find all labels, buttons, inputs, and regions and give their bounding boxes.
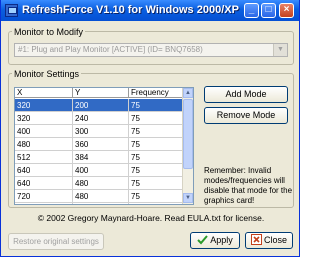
- column-header-x[interactable]: X: [15, 88, 73, 98]
- cell-x: 720: [15, 190, 73, 203]
- cell-frequency: 75: [129, 99, 183, 112]
- cell-frequency: 60: [129, 203, 183, 204]
- cell-x: 320: [15, 112, 73, 125]
- cell-y: 480: [73, 177, 129, 190]
- cell-frequency: 75: [129, 138, 183, 151]
- minimize-button[interactable]: _: [244, 3, 259, 18]
- monitor-app-icon: [5, 4, 18, 17]
- table-row[interactable]: 512 384 75: [15, 151, 183, 164]
- modes-table[interactable]: X Y Frequency 320 200 75 320 240 75 400 …: [14, 87, 194, 205]
- apply-label: Apply: [210, 235, 233, 245]
- chevron-down-icon[interactable]: ▼: [273, 44, 287, 56]
- close-label: Close: [263, 235, 287, 245]
- close-button[interactable]: Close: [245, 232, 293, 249]
- scroll-down-icon[interactable]: ▼: [183, 193, 193, 203]
- monitor-select-value: #1: Plug and Play Monitor [ACTIVE] (ID= …: [18, 45, 203, 54]
- main-window: RefreshForce V1.10 for Windows 2000/XP _…: [0, 0, 300, 257]
- cell-x: 512: [15, 151, 73, 164]
- cell-x: 320: [15, 99, 73, 112]
- cell-y: 576: [73, 203, 129, 204]
- cell-frequency: 75: [129, 125, 183, 138]
- close-icon: [250, 234, 262, 245]
- cell-y: 360: [73, 138, 129, 151]
- cell-frequency: 75: [129, 190, 183, 203]
- cell-frequency: 75: [129, 112, 183, 125]
- table-row[interactable]: 640 480 75: [15, 177, 183, 190]
- settings-group-label: Monitor Settings: [12, 69, 82, 79]
- cell-y: 200: [73, 99, 129, 112]
- restore-settings-button[interactable]: Restore original settings: [8, 233, 104, 250]
- checkmark-icon: [197, 235, 208, 245]
- add-mode-button[interactable]: Add Mode: [204, 86, 288, 103]
- table-row[interactable]: 720 576 60: [15, 203, 183, 204]
- apply-button[interactable]: Apply: [190, 232, 240, 249]
- cell-frequency: 75: [129, 164, 183, 177]
- cell-frequency: 75: [129, 177, 183, 190]
- cell-x: 640: [15, 164, 73, 177]
- cell-y: 384: [73, 151, 129, 164]
- column-header-y[interactable]: Y: [73, 88, 129, 98]
- close-window-button[interactable]: ×: [279, 3, 294, 18]
- cell-x: 400: [15, 125, 73, 138]
- monitor-group-label: Monitor to Modify: [12, 27, 86, 37]
- table-row[interactable]: 400 300 75: [15, 125, 183, 138]
- table-scrollbar[interactable]: ▲ ▼: [182, 88, 193, 204]
- table-row[interactable]: 640 400 75: [15, 164, 183, 177]
- maximize-button[interactable]: □: [261, 3, 276, 18]
- table-row[interactable]: 320 240 75: [15, 112, 183, 125]
- column-header-frequency[interactable]: Frequency: [129, 88, 183, 98]
- cell-frequency: 75: [129, 151, 183, 164]
- cell-y: 480: [73, 190, 129, 203]
- title-bar[interactable]: RefreshForce V1.10 for Windows 2000/XP _…: [1, 0, 299, 21]
- cell-x: 640: [15, 177, 73, 190]
- monitor-select[interactable]: #1: Plug and Play Monitor [ACTIVE] (ID= …: [14, 43, 288, 57]
- table-row[interactable]: 720 480 75: [15, 190, 183, 203]
- cell-y: 400: [73, 164, 129, 177]
- remember-note: Remember: Invalid modes/frequencies will…: [204, 166, 293, 205]
- table-header: X Y Frequency: [15, 88, 183, 98]
- cell-x: 720: [15, 203, 73, 204]
- cell-y: 300: [73, 125, 129, 138]
- cell-x: 480: [15, 138, 73, 151]
- copyright-text: © 2002 Gregory Maynard-Hoare. Read EULA.…: [37, 213, 265, 223]
- table-row[interactable]: 480 360 75: [15, 138, 183, 151]
- window-title: RefreshForce V1.10 for Windows 2000/XP: [22, 4, 239, 16]
- scroll-thumb[interactable]: [183, 99, 193, 169]
- remove-mode-button[interactable]: Remove Mode: [204, 107, 288, 124]
- scroll-up-icon[interactable]: ▲: [183, 88, 193, 98]
- table-row[interactable]: 320 200 75: [15, 99, 183, 112]
- cell-y: 240: [73, 112, 129, 125]
